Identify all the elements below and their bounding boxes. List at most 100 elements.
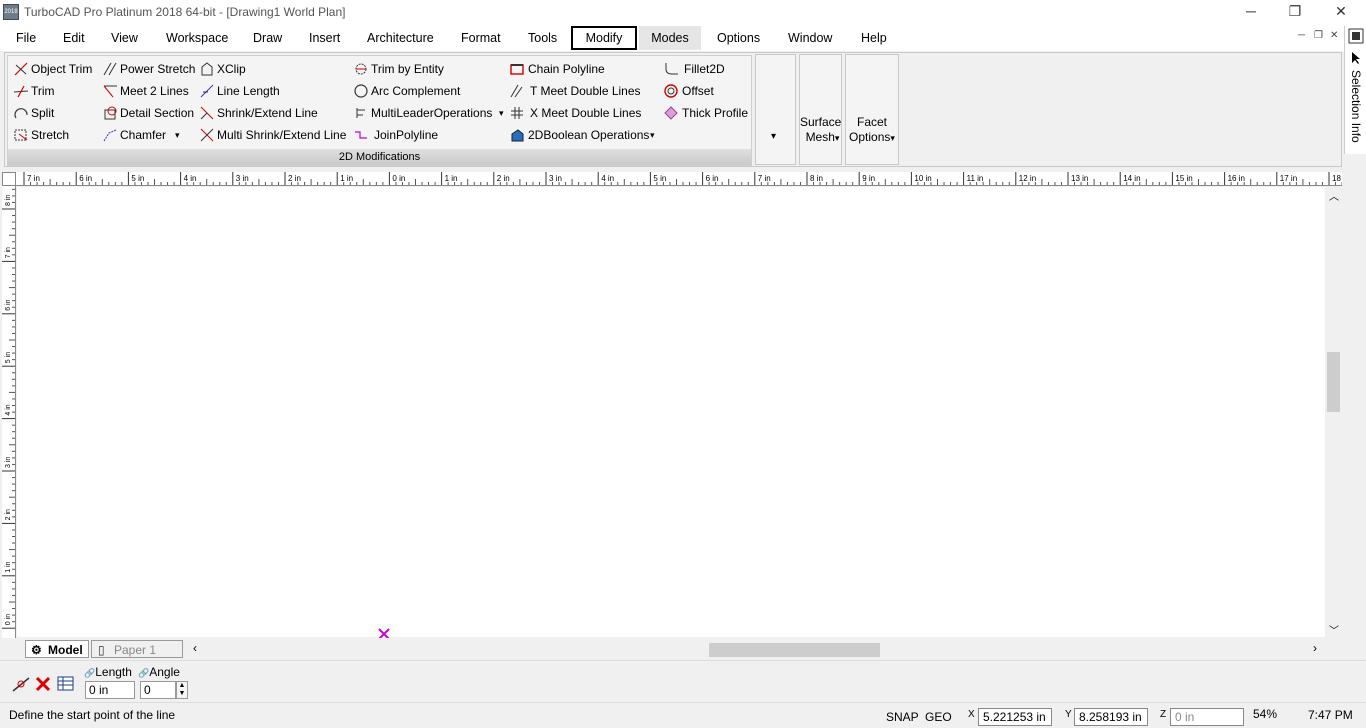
vertical-ruler: 8 in 7 in 6 in 5 in 4 in 3 in 2 in 1 in 0 in — [2, 186, 16, 638]
angle-input[interactable]: 0 — [140, 681, 176, 699]
ruler-label: 4 in — [5, 404, 12, 415]
facet-options-dropdown-icon: ▾ — [890, 133, 895, 143]
length-input[interactable]: 0 in — [85, 681, 135, 699]
menu-file[interactable]: File — [9, 26, 43, 50]
ribbon-dropdown-button[interactable]: ▾ — [755, 54, 796, 165]
tool-label: JoinPolyline — [374, 128, 439, 142]
ruler-label: 15 in — [1175, 174, 1192, 183]
selection-info-panel[interactable]: Selection Info — [1344, 26, 1366, 154]
ruler-label: 17 in — [1280, 174, 1297, 183]
zoom-level[interactable]: 54% — [1253, 707, 1277, 721]
menu-format[interactable]: Format — [454, 26, 508, 50]
properties-table-icon[interactable] — [57, 675, 75, 693]
ruler-label: 0 in — [5, 614, 12, 625]
minimize-button[interactable]: ─ — [1228, 0, 1274, 24]
horizontal-scroll-thumb[interactable] — [709, 643, 880, 657]
join-polyline-icon — [355, 131, 367, 139]
ribbon: Object Trim Trim Split Stretch Power Str… — [4, 52, 1342, 167]
arc-complement-icon — [354, 84, 368, 98]
mdi-restore-icon[interactable]: ❐ — [1314, 30, 1323, 41]
pin-icon[interactable] — [1348, 28, 1364, 44]
length-label: 🔗Length — [84, 665, 132, 679]
menu-workspace[interactable]: Workspace — [159, 26, 235, 50]
chamfer-dropdown-icon[interactable]: ▾ — [175, 125, 180, 145]
x-coordinate-field[interactable]: 5.221253 in — [978, 708, 1052, 726]
restore-button[interactable]: ❐ — [1272, 0, 1318, 24]
tab-model[interactable]: ⚙ Model — [25, 640, 89, 658]
ruler-label: 7 in — [758, 174, 771, 183]
title-bar: 2018 TurboCAD Pro Platinum 2018 64-bit -… — [0, 0, 1366, 24]
scroll-left-icon[interactable]: ‹ — [193, 641, 197, 655]
mdi-minimize-icon[interactable]: ─ — [1298, 30, 1305, 41]
ruler-label: 2 in — [497, 174, 510, 183]
shrink-extend-line-icon — [200, 106, 214, 120]
scroll-down-icon[interactable]: ﹀ — [1329, 622, 1339, 637]
ruler-corner[interactable] — [2, 172, 16, 186]
ruler-label: 10 in — [914, 174, 931, 183]
menu-draw[interactable]: Draw — [246, 26, 289, 50]
ruler-label: 7 in — [5, 247, 12, 258]
ruler-label: 3 in — [236, 174, 249, 183]
ruler-label: 4 in — [184, 174, 197, 183]
menu-insert[interactable]: Insert — [302, 26, 347, 50]
menu-edit[interactable]: Edit — [56, 26, 92, 50]
trim-by-entity-icon — [355, 63, 367, 75]
ruler-label: 2 in — [5, 509, 12, 520]
vertical-scrollbar[interactable]: ︿ ﹀ — [1325, 186, 1342, 638]
horizontal-ruler: 7 in 6 in 5 in 4 in 3 in 2 in 1 in 0 in 1 in 2 in… — [16, 172, 1342, 186]
tool-label: Shrink/Extend Line — [217, 106, 318, 120]
ribbon-group-2d-modifications: Object Trim Trim Split Stretch Power Str… — [7, 55, 752, 166]
layout-tab-bar: ⚙ Model ▯ Paper 1 ‹ › — [17, 638, 1342, 660]
ruler-label: 1 in — [340, 174, 353, 183]
2dboolean-dropdown-icon[interactable]: ▾ — [650, 125, 655, 145]
menu-help[interactable]: Help — [854, 26, 894, 50]
xclip-icon — [201, 62, 213, 76]
object-trim-icon — [14, 62, 28, 76]
meet-2-lines-icon — [103, 85, 117, 98]
angle-label: 🔗Angle — [138, 665, 180, 679]
y-coordinate-field[interactable]: 8.258193 in — [1074, 708, 1148, 726]
t-meet-double-lines-icon — [510, 84, 523, 98]
line-tool-icon[interactable] — [11, 675, 31, 693]
z-coordinate-field[interactable]: 0 in — [1170, 708, 1244, 726]
tool-label: Split — [31, 106, 55, 120]
ruler-label: 5 in — [5, 352, 12, 363]
drawing-canvas[interactable] — [17, 187, 1325, 640]
ruler-label: 8 in — [5, 195, 12, 206]
cancel-icon[interactable] — [34, 675, 52, 693]
angle-stepper[interactable]: ▲ ▼ — [176, 681, 188, 699]
menu-tools[interactable]: Tools — [521, 26, 564, 50]
ruler-label: 6 in — [5, 299, 12, 310]
selection-arrow-icon[interactable] — [1348, 50, 1364, 66]
ruler-label: 3 in — [549, 174, 562, 183]
tool-label: Meet 2 Lines — [120, 84, 189, 98]
menu-options[interactable]: Options — [710, 26, 767, 50]
scroll-right-icon[interactable]: › — [1313, 641, 1317, 655]
ruler-label: 1 in — [5, 561, 12, 572]
trim-icon — [14, 85, 29, 98]
geo-toggle[interactable]: GEO — [925, 710, 952, 724]
facet-options-button[interactable]: Facet Options▾ — [845, 54, 899, 165]
scroll-up-icon[interactable]: ︿ — [1329, 188, 1339, 203]
mdi-close-icon[interactable]: ✕ — [1330, 30, 1338, 41]
app-icon[interactable]: 2018 — [3, 4, 19, 20]
stretch-icon — [14, 129, 28, 141]
menu-window[interactable]: Window — [781, 26, 839, 50]
multileader-dropdown-icon[interactable]: ▾ — [499, 103, 504, 123]
tool-label: Power Stretch — [120, 62, 196, 76]
ruler-label: 2 in — [288, 174, 301, 183]
ruler-label: 6 in — [706, 174, 719, 183]
menu-view[interactable]: View — [104, 26, 145, 50]
menu-architecture[interactable]: Architecture — [360, 26, 441, 50]
tool-label: X Meet Double Lines — [530, 106, 642, 120]
ruler-label: 0 in — [392, 174, 405, 183]
surface-mesh-button[interactable]: Surface Mesh▾ — [799, 54, 842, 165]
vertical-scroll-thumb[interactable] — [1327, 352, 1340, 412]
menu-modify[interactable]: Modify — [571, 26, 637, 50]
snap-toggle[interactable]: SNAP — [886, 710, 919, 724]
z-coord-icon: Z — [1160, 709, 1167, 720]
menu-modes[interactable]: Modes — [639, 26, 701, 50]
vertical-ruler-ticks: 8 in 7 in 6 in 5 in 4 in 3 in 2 in 1 in 0 in — [2, 188, 15, 629]
tab-paper-1[interactable]: ▯ Paper 1 — [91, 640, 183, 658]
close-button[interactable]: ✕ — [1318, 0, 1364, 24]
